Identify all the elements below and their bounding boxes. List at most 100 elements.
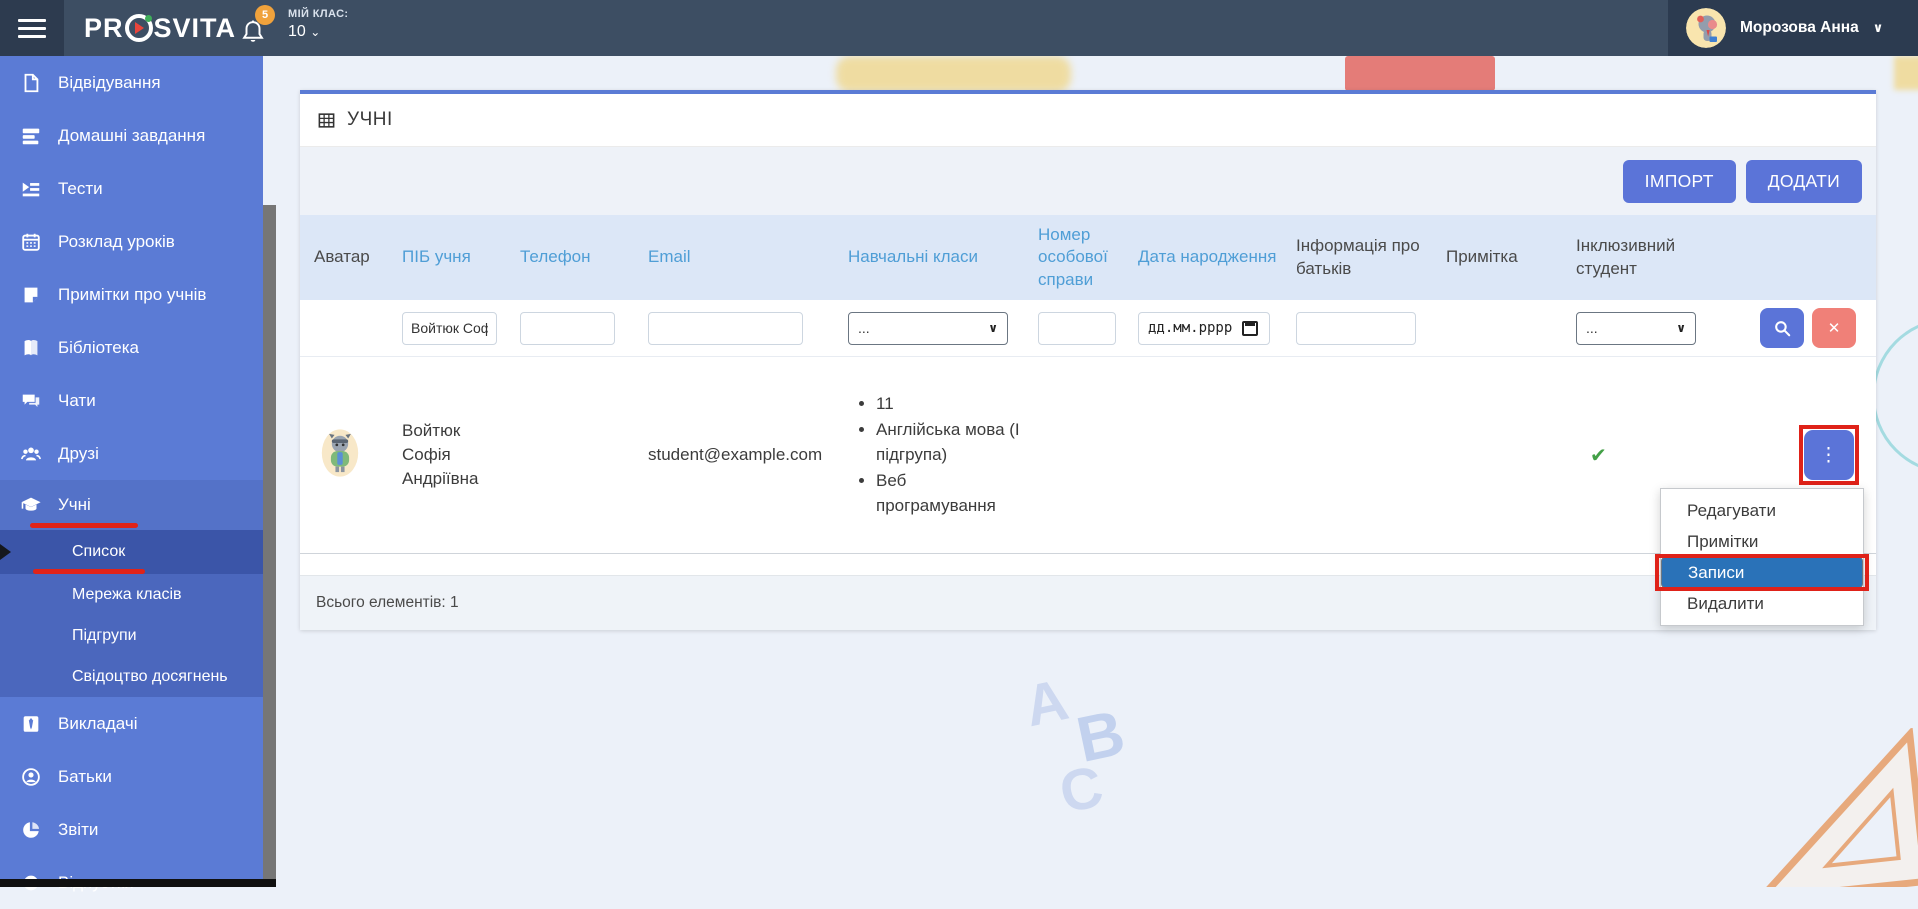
user-avatar xyxy=(1686,8,1726,48)
bottom-strip xyxy=(0,879,276,887)
sidebar-item-label: Бібліотека xyxy=(58,337,139,357)
red-underline-annotation xyxy=(30,523,138,528)
decor-circle xyxy=(1872,318,1918,474)
filter-parents-info-input[interactable] xyxy=(1296,311,1416,345)
sidebar-item-label: Домашні завдання xyxy=(58,125,206,145)
sidebar-item-chats[interactable]: Чати xyxy=(0,374,263,427)
table-header-row: Аватар ПІБ учня Телефон Email Навчальні клас… xyxy=(300,215,1876,300)
schedule-icon xyxy=(20,231,42,253)
filter-email-input[interactable] xyxy=(648,311,803,345)
search-button[interactable] xyxy=(1760,308,1804,348)
homework-icon xyxy=(20,125,42,147)
sidebar-item-teachers[interactable]: Викладачі xyxy=(0,697,263,750)
tests-icon xyxy=(20,178,42,200)
abc-watermark: ABC xyxy=(1019,666,1131,826)
table-bottom-gap xyxy=(300,554,1876,576)
sidebar-subitem-subgroups[interactable]: Підгрупи xyxy=(0,615,263,656)
calendar-icon xyxy=(1242,320,1259,336)
decor-red-blob xyxy=(1345,56,1495,91)
notifications-button[interactable]: 5 xyxy=(240,5,282,52)
filter-file-number-input[interactable] xyxy=(1038,311,1116,345)
filter-phone-input[interactable] xyxy=(520,311,615,345)
main-content: ABC УЧНІ ІМПОРТ ДОДАТИ Аватар ПІБ учня Тел… xyxy=(276,56,1918,887)
sidebar-item-label: Чати xyxy=(58,390,96,410)
table-icon xyxy=(318,112,335,128)
attendance-icon xyxy=(20,72,42,94)
sidebar-item-library[interactable]: Бібліотека xyxy=(0,321,263,374)
row-actions-menu: Редагувати Примітки Записи Видалити xyxy=(1655,488,1869,626)
page-title: УЧНІ xyxy=(347,109,393,130)
filter-classes-select[interactable]: ... ∨ xyxy=(848,311,1008,345)
library-icon xyxy=(20,337,42,359)
sidebar-item-reports[interactable]: Звіти xyxy=(0,803,263,856)
card-header: УЧНІ xyxy=(300,94,1876,147)
red-highlight-annotation xyxy=(1655,554,1869,591)
sidebar-item-homework[interactable]: Домашні завдання xyxy=(0,109,263,162)
column-header-note: Примітка xyxy=(1446,247,1518,267)
sidebar-item-label: Тести xyxy=(58,178,103,198)
kebab-dots-icon: ⋮ xyxy=(1819,444,1839,466)
class-item: Веб програмування xyxy=(876,468,1028,519)
chevron-down-icon: ∨ xyxy=(1676,321,1686,335)
chevron-down-icon: ∨ xyxy=(1872,20,1884,35)
column-header-inclusive: Інклюзивний студент xyxy=(1576,236,1676,278)
menu-item-edit[interactable]: Редагувати xyxy=(1661,495,1863,526)
student-avatar xyxy=(320,428,360,483)
menu-item-delete[interactable]: Видалити xyxy=(1661,588,1863,619)
sidebar-subitem-label: Підгрупи xyxy=(72,626,137,644)
decor-yellow-blob xyxy=(836,56,1071,92)
filter-birth-date-input[interactable]: дд.мм.рррр xyxy=(1138,311,1270,345)
menu-item-notes[interactable]: Примітки xyxy=(1661,526,1863,557)
my-class-selector[interactable]: МІЙ КЛАС: 10 ⌄ xyxy=(288,8,349,41)
sidebar-subitem-list[interactable]: Список xyxy=(0,530,263,574)
total-count: Всього елементів: 1 xyxy=(316,594,459,611)
sidebar-item-friends[interactable]: Друзі xyxy=(0,427,263,480)
sidebar-scrollbar[interactable] xyxy=(263,205,276,879)
column-header-name[interactable]: ПІБ учня xyxy=(402,246,520,268)
sidebar-item-attendance[interactable]: Відвідування xyxy=(0,56,263,109)
card-footer: Всього елементів: 1 xyxy=(300,576,1876,630)
search-icon xyxy=(1774,320,1790,336)
column-header-parents-info: Інформація про батьків xyxy=(1296,236,1420,278)
topbar: PR SVITA 5 МІЙ КЛАС: 10 ⌄ Морозова Анна ∨ xyxy=(0,0,1918,56)
sidebar-item-students[interactable]: Учні xyxy=(0,480,263,530)
student-row: Войтюк Софія Андріївна student@example.c… xyxy=(300,357,1876,554)
column-header-phone[interactable]: Телефон xyxy=(520,246,648,268)
chevron-down-icon: ∨ xyxy=(988,321,998,335)
class-item: 11 xyxy=(876,391,1028,417)
clear-filters-button[interactable]: ✕ xyxy=(1812,308,1856,348)
sidebar-item-parents[interactable]: Батьки xyxy=(0,750,263,803)
friends-icon xyxy=(20,443,42,465)
sidebar-subitem-label: Свідоцтво досягнень xyxy=(72,667,228,685)
filter-name-input[interactable] xyxy=(402,311,497,345)
menu-toggle-button[interactable] xyxy=(0,0,64,56)
sidebar-item-student-notes[interactable]: Примітки про учнів xyxy=(0,268,263,321)
filter-inclusive-select[interactable]: ... ∨ xyxy=(1576,311,1696,345)
column-header-email[interactable]: Email xyxy=(648,246,848,268)
row-actions-button[interactable]: ⋮ xyxy=(1804,430,1854,480)
chats-icon xyxy=(20,390,42,412)
teachers-icon xyxy=(20,713,42,735)
menu-item-records[interactable]: Записи xyxy=(1655,554,1869,591)
sidebar-item-label: Примітки про учнів xyxy=(58,284,207,304)
sidebar-item-tests[interactable]: Тести xyxy=(0,162,263,215)
user-name: Морозова Анна xyxy=(1740,19,1859,36)
sidebar-item-label: Звіти xyxy=(58,819,99,839)
parents-icon xyxy=(20,766,42,788)
column-header-file-number[interactable]: Номер особової справи xyxy=(1038,224,1138,290)
student-email: student@example.com xyxy=(648,445,823,464)
sidebar-subitem-achievement-certificate[interactable]: Свідоцтво досягнень xyxy=(0,656,263,697)
cursor-marker-icon xyxy=(0,544,11,560)
sidebar-item-schedule[interactable]: Розклад уроків xyxy=(0,215,263,268)
column-header-birth-date[interactable]: Дата народження xyxy=(1138,246,1296,268)
user-menu[interactable]: Морозова Анна ∨ xyxy=(1668,0,1918,56)
column-header-classes[interactable]: Навчальні класи xyxy=(848,246,1038,268)
sidebar-item-label: Учні xyxy=(58,495,91,514)
import-button[interactable]: ІМПОРТ xyxy=(1622,159,1736,203)
add-button[interactable]: ДОДАТИ xyxy=(1745,159,1862,203)
sidebar-subitem-class-network[interactable]: Мережа класів xyxy=(0,574,263,615)
chevron-down-icon: ⌄ xyxy=(310,25,321,39)
sidebar-item-label: Відвідування xyxy=(58,72,161,92)
sidebar-item-label: Друзі xyxy=(58,443,99,463)
sidebar-submenu-students: Список Мережа класів Підгрупи Свідоцтво дос… xyxy=(0,530,263,697)
